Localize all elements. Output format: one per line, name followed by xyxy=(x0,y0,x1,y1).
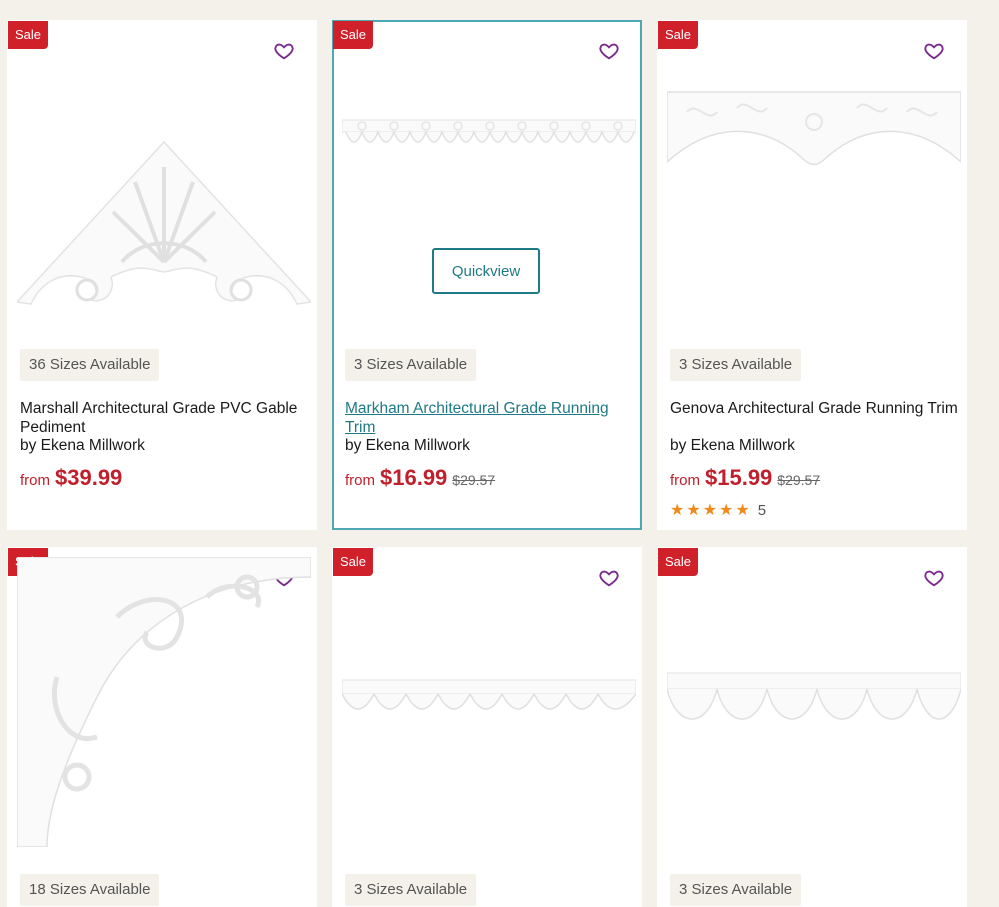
running-trim-image xyxy=(342,119,636,143)
heart-icon[interactable] xyxy=(273,40,295,62)
product-card[interactable]: Sale 3 Sizes Available Genova Architectu… xyxy=(657,20,967,530)
original-price: $29.57 xyxy=(777,472,821,488)
star-icon: ★ xyxy=(686,502,701,519)
sizes-available: 36 Sizes Available xyxy=(20,349,160,381)
product-brand: by Ekena Millwork xyxy=(20,437,145,454)
product-image[interactable] xyxy=(342,557,636,847)
gable-pediment-image xyxy=(17,140,311,305)
running-trim-image xyxy=(667,91,961,166)
running-trim-image xyxy=(342,679,636,710)
sale-price: $15.99 xyxy=(705,465,773,490)
star-icon: ★ xyxy=(702,502,718,519)
sizes-available: 3 Sizes Available xyxy=(670,874,802,906)
star-icon: ★ xyxy=(670,502,685,519)
product-card[interactable]: Sale 36 Sizes Available Marshall Archite… xyxy=(7,20,317,530)
sizes-available: 18 Sizes Available xyxy=(20,874,160,906)
product-image[interactable] xyxy=(342,72,636,352)
product-price: from $16.99 $29.57 xyxy=(345,465,495,491)
product-image[interactable] xyxy=(17,72,311,352)
price-from-label: from xyxy=(345,472,375,489)
product-brand: by Ekena Millwork xyxy=(670,437,795,454)
product-card[interactable]: Sale 3 Sizes Available xyxy=(657,547,967,907)
heart-icon[interactable] xyxy=(923,40,945,62)
sale-price: $16.99 xyxy=(380,465,448,490)
product-title[interactable]: Marshall Architectural Grade PVC Gable P… xyxy=(20,399,310,437)
product-image[interactable] xyxy=(17,557,311,847)
sale-badge: Sale xyxy=(8,21,49,49)
heart-icon[interactable] xyxy=(598,40,620,62)
sale-price: $39.99 xyxy=(55,465,123,490)
product-price: from $15.99 $29.57 xyxy=(670,465,820,491)
review-count: 5 xyxy=(757,501,767,519)
bracket-image xyxy=(17,557,311,847)
price-from-label: from xyxy=(670,472,700,489)
product-image[interactable] xyxy=(667,72,961,352)
sale-badge: Sale xyxy=(658,21,699,49)
quickview-button[interactable]: Quickview xyxy=(432,248,540,294)
product-card[interactable]: Sale 3 Sizes Available xyxy=(332,547,642,907)
original-price: $29.57 xyxy=(452,472,496,488)
product-title[interactable]: Markham Architectural Grade Running Trim xyxy=(345,399,635,437)
product-title[interactable]: Genova Architectural Grade Running Trim xyxy=(670,399,960,418)
product-grid: Sale 36 Sizes Available Marshall Archite… xyxy=(0,0,999,907)
sizes-available: 3 Sizes Available xyxy=(345,349,477,381)
product-image[interactable] xyxy=(667,557,961,847)
product-brand: by Ekena Millwork xyxy=(345,437,470,454)
sizes-available: 3 Sizes Available xyxy=(670,349,802,381)
sale-badge: Sale xyxy=(333,21,374,49)
star-icon: ★ xyxy=(735,502,750,519)
running-trim-image xyxy=(667,672,961,720)
sizes-available: 3 Sizes Available xyxy=(345,874,477,906)
product-card[interactable]: Sale Quickview 3 Sizes Available Markham… xyxy=(332,20,642,530)
product-price: from $39.99 xyxy=(20,465,122,491)
product-card[interactable]: Sale 18 Sizes Available xyxy=(7,547,317,907)
rating-stars[interactable]: ★ ★ ★ ★ ★ 5 xyxy=(670,500,766,520)
star-icon: ★ xyxy=(719,502,734,519)
price-from-label: from xyxy=(20,472,50,489)
